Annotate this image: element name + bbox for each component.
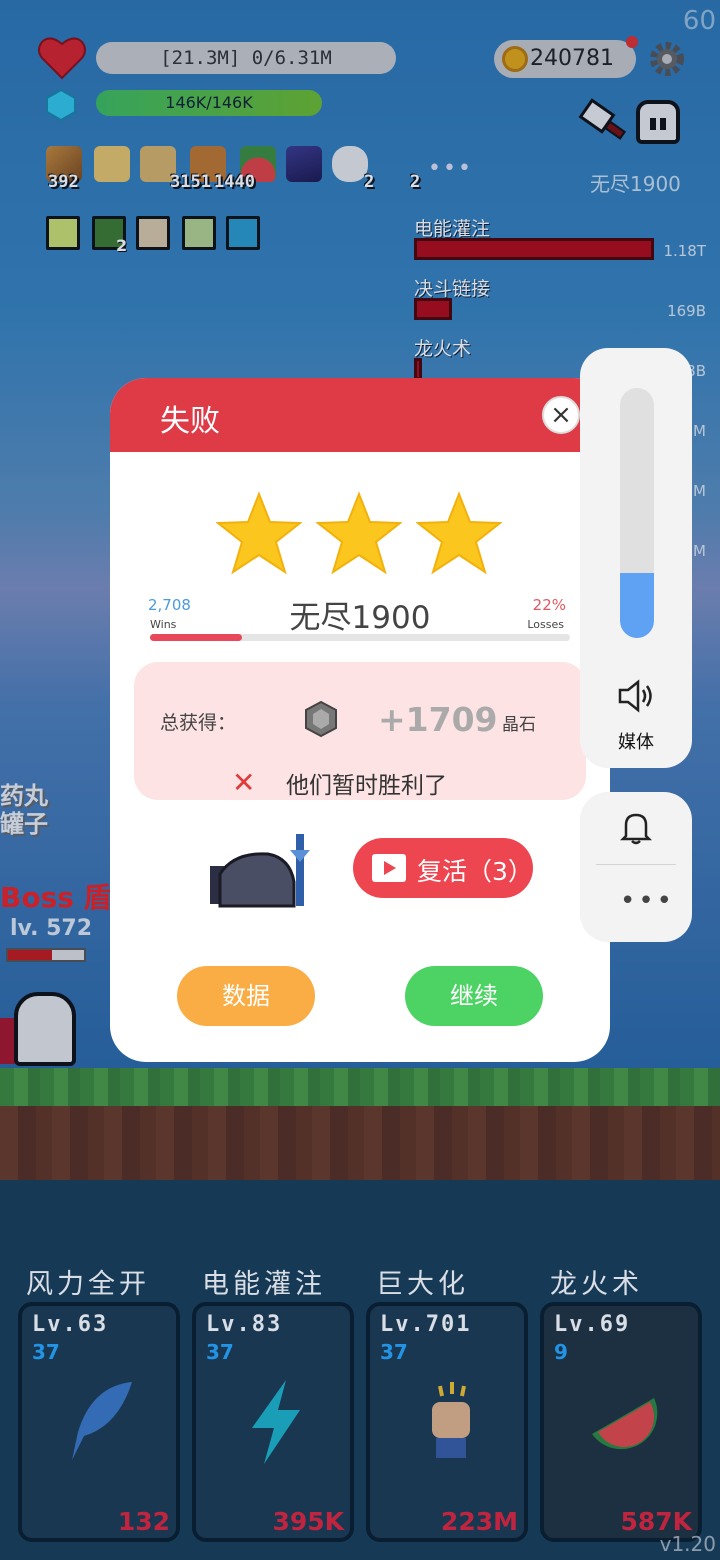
bell-icon[interactable] [620, 810, 652, 846]
speaker-icon[interactable] [616, 678, 656, 714]
crystal-icon [305, 700, 337, 738]
wins-label: Wins [150, 618, 177, 631]
dead-pet-icon [210, 834, 310, 908]
dialog-stage-name: 无尽1900 [289, 600, 431, 636]
revive-label: 复活（3） [417, 857, 533, 886]
volume-level [620, 573, 654, 638]
close-button[interactable]: × [542, 396, 580, 434]
media-label: 媒体 [618, 732, 654, 753]
star-icon [416, 491, 502, 575]
volume-slider[interactable] [620, 388, 654, 638]
reward-unit: 晶石 [502, 715, 536, 735]
dialog-title: 失败 [160, 404, 220, 439]
star-icon [316, 491, 402, 575]
win-loss-progress [150, 634, 570, 641]
wins-count: 2,708 [148, 596, 191, 614]
video-ad-icon [372, 854, 406, 882]
fail-x-icon: ✕ [232, 766, 256, 799]
reward-label: 总获得： [160, 712, 237, 734]
star-icon [216, 491, 302, 575]
more-options-icon[interactable]: ••• [620, 886, 675, 916]
data-button[interactable]: 数据 [177, 966, 315, 1026]
reward-value: +1709 [378, 700, 498, 739]
losses-label: Losses [527, 618, 564, 631]
dialog-header: 失败 [110, 378, 610, 452]
losses-percent: 22% [532, 596, 566, 614]
fail-message: 他们暂时胜利了 [286, 773, 447, 799]
continue-button[interactable]: 继续 [405, 966, 543, 1026]
revive-button[interactable]: 复活（3） [353, 838, 533, 898]
panel-divider [596, 864, 676, 865]
progress-fill [150, 634, 243, 641]
